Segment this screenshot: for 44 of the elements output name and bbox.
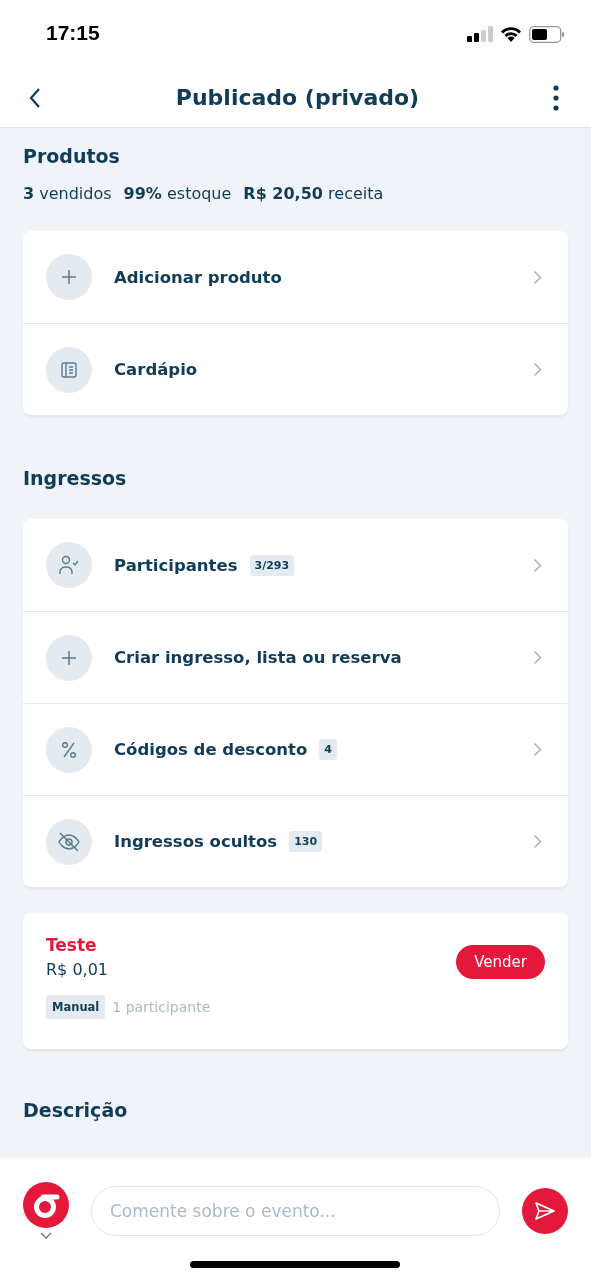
comment-input[interactable]: Comente sobre o evento... [91, 1185, 500, 1236]
count-badge: 4 [319, 739, 337, 760]
count-badge: 3/293 [249, 554, 295, 576]
count-badge: 130 [289, 831, 323, 852]
send-icon [534, 1200, 556, 1221]
status-time: 17:15 [46, 21, 100, 46]
more-options-icon [553, 84, 559, 111]
chevron-right-icon [533, 269, 542, 285]
menu-row[interactable]: Criar ingresso, lista ou reserva [23, 611, 568, 703]
menu-row[interactable]: Ingressos ocultos 130 [23, 795, 568, 887]
chevron-down-icon[interactable] [40, 1232, 52, 1239]
percent-icon [61, 740, 77, 759]
person-check-icon [58, 554, 80, 576]
ticket-type-tag: Manual [46, 995, 106, 1019]
stat-text: 3 vendidos [23, 184, 112, 203]
menu-row[interactable]: Cardápio [23, 323, 568, 415]
plus-icon [61, 649, 77, 666]
participant-count: 1 participante [112, 999, 211, 1015]
menu-row[interactable]: Códigos de desconto 4 [23, 703, 568, 795]
sell-button[interactable]: Vender [456, 945, 545, 979]
battery-icon [529, 25, 565, 43]
app-logo-icon [23, 1182, 69, 1228]
menu-row[interactable]: Participantes 3/293 [23, 519, 568, 611]
menu-icon [60, 360, 78, 379]
send-button[interactable] [522, 1187, 568, 1234]
chevron-right-icon [533, 650, 542, 665]
menu-row[interactable]: Adicionar produto [23, 231, 568, 323]
chevron-right-icon [533, 557, 542, 573]
wifi-icon [500, 26, 522, 42]
chevron-right-icon [533, 834, 542, 849]
chevron-right-icon [533, 362, 542, 377]
signal-icon [467, 26, 493, 42]
plus-icon [61, 269, 77, 285]
stat-text: 99% estoque [123, 184, 232, 203]
page-title: Publicado (privado) [175, 85, 420, 110]
eye-off-icon [57, 831, 81, 852]
section-title: Descrição [23, 1099, 129, 1121]
ticket-price: R$ 0,01 [46, 960, 109, 979]
back-icon [28, 86, 42, 109]
stat-text: R$ 20,50 receita [243, 184, 384, 203]
ticket-name: Teste [46, 935, 98, 955]
chevron-right-icon [533, 742, 542, 757]
section-title: Ingressos [23, 467, 128, 489]
section-title: Produtos [23, 145, 121, 167]
